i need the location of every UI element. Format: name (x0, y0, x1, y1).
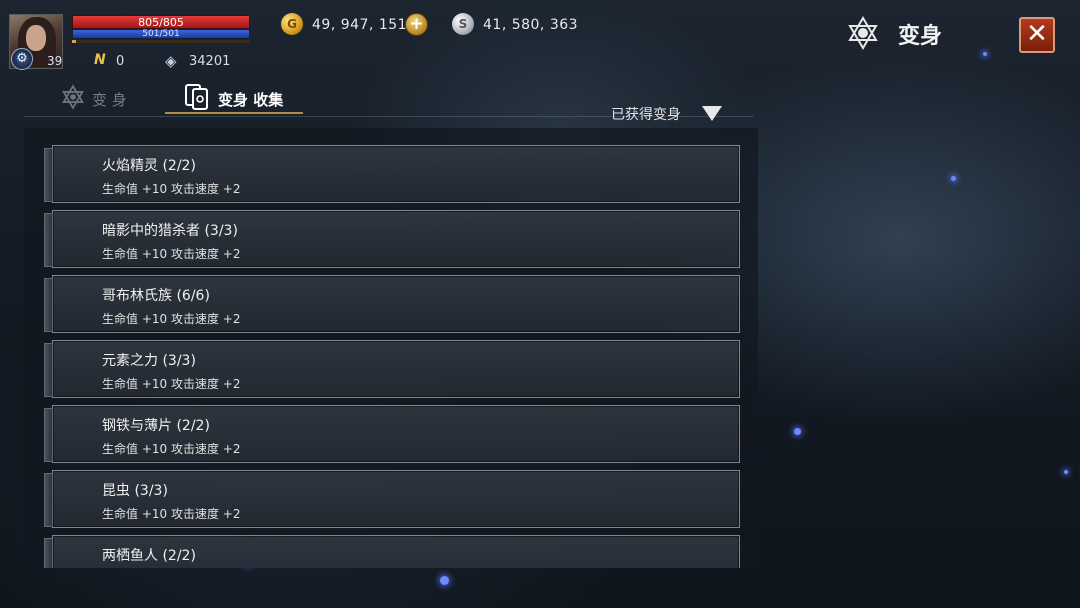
sparkle (951, 176, 956, 181)
collection-stats: 生命值 +10 攻击速度 +2 (102, 247, 241, 261)
sparkle (1064, 470, 1068, 474)
list-item[interactable]: 钢铁与薄片 (2/2) 生命值 +10 攻击速度 +2 (44, 405, 740, 463)
close-button[interactable]: ✕ (1019, 17, 1055, 53)
collection-name: 钢铁与薄片 (2/2) (102, 418, 210, 434)
collection-stats: 生命值 +10 攻击速度 +2 (102, 182, 241, 196)
list-item[interactable]: 元素之力 (3/3) 生命值 +10 攻击速度 +2 (44, 340, 740, 398)
collection-name: 哥布林氏族 (6/6) (102, 288, 210, 304)
collection-name: 暗影中的猎杀者 (3/3) (102, 223, 238, 239)
gear-class-icon: ⚙ (11, 48, 33, 70)
gold-value: 49, 947, 151 (312, 17, 408, 33)
filter-label[interactable]: 已获得变身 (611, 104, 681, 124)
silver-coin-icon: S (452, 13, 474, 35)
collection-list[interactable]: 火焰精灵 (2/2) 生命值 +10 攻击速度 +2 暗影中的猎杀者 (3/3) 生命… (24, 128, 758, 568)
hexagram-icon (62, 84, 84, 110)
tab-morph-collection[interactable]: 变身 收集 (165, 84, 303, 114)
tab-morph[interactable]: 变 身 (58, 84, 158, 114)
list-item[interactable]: 两栖鱼人 (2/2) (44, 535, 740, 568)
collection-stats: 生命值 +10 攻击速度 +2 (102, 377, 241, 391)
list-item[interactable]: 火焰精灵 (2/2) 生命值 +10 攻击速度 +2 (44, 145, 740, 203)
chevron-down-icon[interactable] (702, 106, 722, 121)
silver-value: 41, 580, 363 (483, 17, 579, 33)
diamond-icon: ◈ (165, 52, 177, 70)
exp-bar (72, 40, 250, 43)
hexagram-icon (848, 16, 878, 50)
mp-bar: 501/501 (72, 29, 250, 39)
sparkle (440, 576, 449, 585)
sparkle (983, 52, 987, 56)
exp-bar-fill (72, 40, 76, 43)
player-level: 39 (47, 54, 63, 68)
power-value: 34201 (189, 54, 231, 69)
collection-name: 火焰精灵 (2/2) (102, 158, 196, 174)
card-stack-icon (185, 84, 208, 110)
n-currency-value: 0 (116, 54, 125, 69)
tab-morph-label: 变 身 (92, 91, 127, 109)
list-item[interactable]: 昆虫 (3/3) 生命值 +10 攻击速度 +2 (44, 470, 740, 528)
hp-bar: 805/805 (72, 15, 250, 29)
avatar-face (26, 25, 46, 51)
collection-name: 昆虫 (3/3) (102, 483, 168, 499)
sparkle (794, 428, 801, 435)
page-title: 变身 (898, 24, 943, 49)
collection-stats: 生命值 +10 攻击速度 +2 (102, 507, 241, 521)
collection-name: 两栖鱼人 (2/2) (102, 548, 196, 564)
collection-stats: 生命值 +10 攻击速度 +2 (102, 442, 241, 456)
n-currency-icon: N (94, 52, 106, 68)
gold-coin-icon: G (281, 13, 303, 35)
collection-stats: 生命值 +10 攻击速度 +2 (102, 312, 241, 326)
list-item[interactable]: 哥布林氏族 (6/6) 生命值 +10 攻击速度 +2 (44, 275, 740, 333)
tab-morph-collection-label: 变身 收集 (218, 91, 284, 109)
collection-name: 元素之力 (3/3) (102, 353, 196, 369)
add-currency-button[interactable]: + (405, 13, 428, 36)
list-item[interactable]: 暗影中的猎杀者 (3/3) 生命值 +10 攻击速度 +2 (44, 210, 740, 268)
